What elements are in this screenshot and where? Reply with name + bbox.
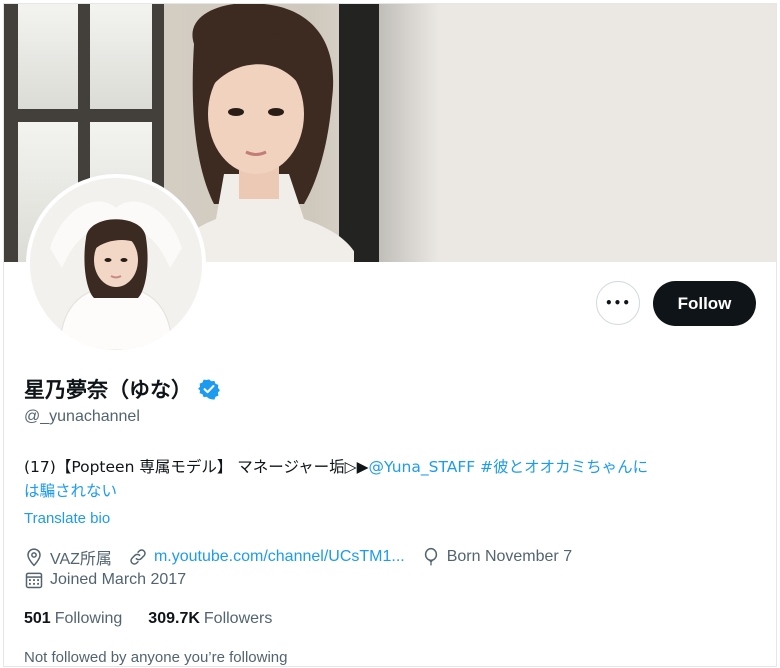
link-icon xyxy=(130,549,146,565)
following-label: Following xyxy=(54,610,123,627)
name-row: 星乃夢奈（ゆな） xyxy=(24,374,220,404)
display-name: 星乃夢奈（ゆな） xyxy=(24,378,192,402)
website-item: m.youtube.com/channel/UCsTM1... xyxy=(128,547,405,567)
birthday-item: Born November 7 xyxy=(421,547,572,567)
followers-count: 309.7K xyxy=(148,610,200,627)
more-options-button[interactable]: ••• xyxy=(596,281,640,325)
bio-hashtag-link[interactable]: #彼とオオカミちゃんに xyxy=(475,458,648,476)
handle: @_yunachannel xyxy=(24,408,140,425)
follow-button[interactable]: Follow xyxy=(653,281,756,326)
profile-card: ••• Follow 星乃夢奈（ゆな） @_yunachannel (17)【P… xyxy=(3,3,777,667)
profile-avatar[interactable] xyxy=(26,174,206,354)
joined-item: Joined March 2017 xyxy=(24,570,186,590)
followers-label: Followers xyxy=(203,610,273,627)
following-link[interactable]: 501 Following xyxy=(24,610,122,628)
location-item: VAZ所属 xyxy=(24,545,112,569)
followers-link[interactable]: 309.7K Followers xyxy=(148,610,272,628)
profile-meta-row-2: Joined March 2017 xyxy=(24,570,202,590)
bio-hashtag-link-cont[interactable]: は騙されない xyxy=(24,482,117,500)
balloon-icon xyxy=(424,547,437,566)
following-count: 501 xyxy=(24,610,51,627)
calendar-icon xyxy=(25,572,43,589)
bio: (17)【Popteen 専属モデル】 マネージャー垢▷▶@Yuna_STAFF… xyxy=(24,455,754,503)
follow-counts: 501 Following 309.7K Followers xyxy=(24,610,298,628)
joined-text: Joined March 2017 xyxy=(50,571,187,588)
bio-mention-link[interactable]: @Yuna_STAFF xyxy=(369,458,476,476)
birthday-text: Born November 7 xyxy=(446,548,573,565)
translate-bio-link[interactable]: Translate bio xyxy=(24,510,110,527)
profile-meta-row: VAZ所属 m.youtube.com/channel/UCsTM1... Bo… xyxy=(24,545,588,569)
not-followed-notice: Not followed by anyone you’re following xyxy=(24,649,288,666)
location-pin-icon xyxy=(27,548,41,567)
bio-text: (17)【Popteen 専属モデル】 マネージャー垢▷▶ xyxy=(24,458,369,476)
verified-badge-icon xyxy=(198,379,220,400)
website-link[interactable]: m.youtube.com/channel/UCsTM1... xyxy=(154,548,405,566)
more-dots-icon: ••• xyxy=(604,296,631,310)
location-text: VAZ所属 xyxy=(50,551,112,568)
